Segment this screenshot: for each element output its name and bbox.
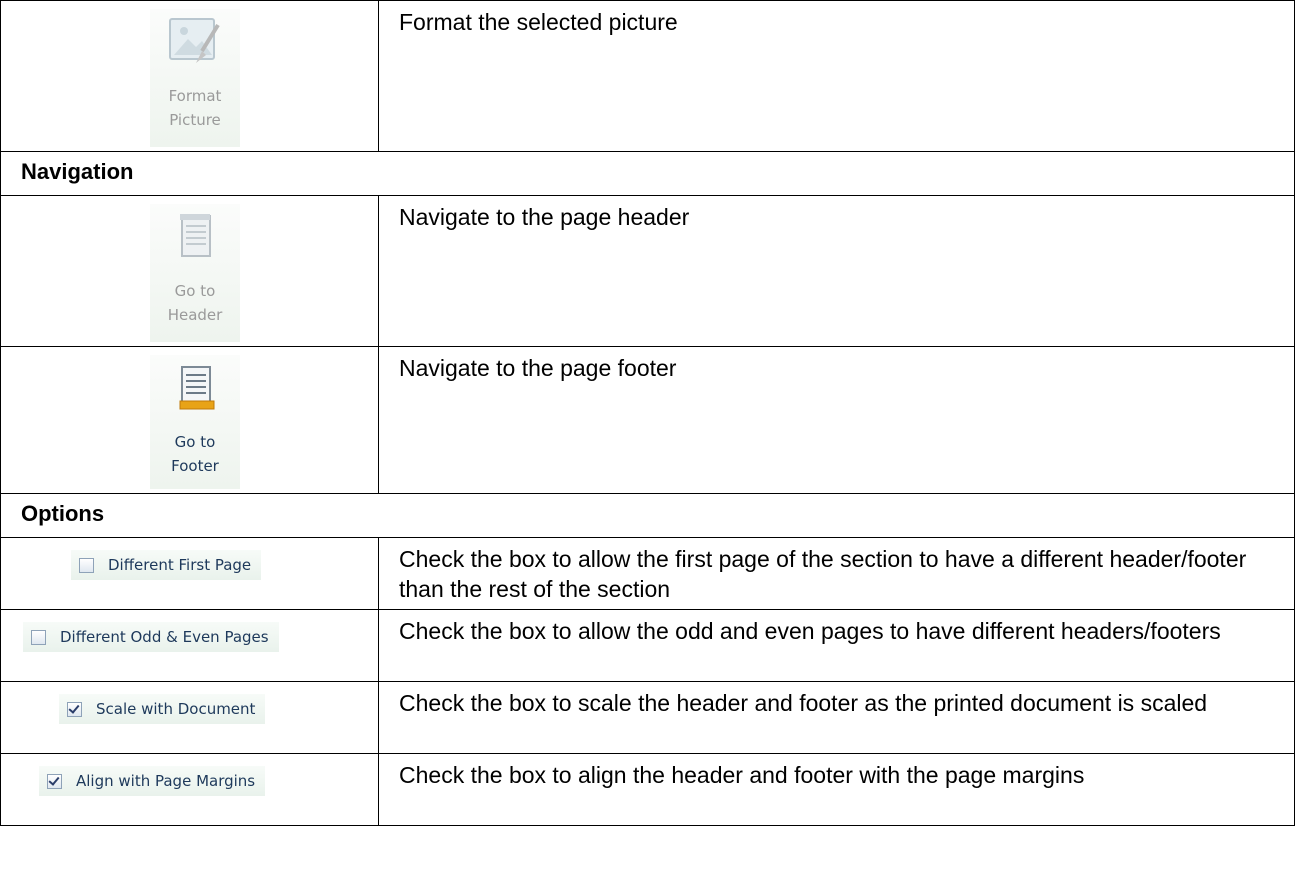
go-to-footer-label-line2: Footer [171,457,219,475]
format-picture-label-line2: Picture [169,111,221,129]
table-row-scale-with-document: Scale with Document Check the box to sca… [0,681,1295,753]
section-heading-navigation: Navigation [21,159,134,184]
table-row-go-to-footer: Go to Footer Navigate to the page footer [0,346,1295,493]
page-footer-icon [164,357,226,424]
align-with-margins-checkbox[interactable]: Align with Page Margins [39,766,266,796]
go-to-header-label-line2: Header [167,306,223,324]
format-picture-button[interactable]: Format Picture [150,9,240,147]
scale-with-document-checkbox[interactable]: Scale with Document [59,694,266,724]
different-odd-even-checkbox[interactable]: Different Odd & Even Pages [23,622,279,652]
checkbox-unchecked-icon [31,629,46,645]
option-cell: Scale with Document [1,682,379,753]
description-cell: Format the selected picture [399,9,678,35]
different-first-page-checkbox[interactable]: Different First Page [71,550,262,580]
format-picture-icon [164,11,226,78]
description-cell: Navigate to the page footer [399,355,677,381]
table-row-different-first-page: Different First Page Check the box to al… [0,537,1295,609]
checkbox-checked-icon [67,701,82,717]
checkbox-checked-icon [47,773,62,789]
go-to-header-label-line1: Go to [174,282,216,300]
option-cell: Align with Page Margins [1,754,379,825]
different-odd-even-label: Different Odd & Even Pages [60,628,269,646]
description-cell: Check the box to allow the first page of… [399,546,1247,602]
go-to-footer-button[interactable]: Go to Footer [150,355,240,489]
section-heading-options: Options [21,501,105,526]
table-row-different-odd-even: Different Odd & Even Pages Check the box… [0,609,1295,681]
table-row-format-picture: Format Picture Format the selected pictu… [0,0,1295,151]
description-cell: Check the box to allow the odd and even … [399,618,1221,644]
align-with-margins-label: Align with Page Margins [76,772,256,790]
section-row-options: Options [0,493,1295,537]
option-cell: Different Odd & Even Pages [1,610,379,681]
option-cell: Different First Page [1,538,379,609]
button-cell: Go to Header [1,196,379,346]
description-cell: Check the box to scale the header and fo… [399,690,1208,716]
go-to-header-button[interactable]: Go to Header [150,204,240,342]
scale-with-document-label: Scale with Document [96,700,256,718]
button-cell: Go to Footer [1,347,379,493]
checkbox-unchecked-icon [79,557,94,573]
table-row-align-with-margins: Align with Page Margins Check the box to… [0,753,1295,826]
format-picture-label-line1: Format [168,87,222,105]
description-cell: Navigate to the page header [399,204,690,230]
different-first-page-label: Different First Page [108,556,252,574]
button-cell: Format Picture [1,1,379,151]
section-row-navigation: Navigation [0,151,1295,195]
description-cell: Check the box to align the header and fo… [399,762,1085,788]
table-row-go-to-header: Go to Header Navigate to the page header [0,195,1295,346]
go-to-footer-label-line1: Go to [174,433,216,451]
page-header-icon [164,206,226,273]
